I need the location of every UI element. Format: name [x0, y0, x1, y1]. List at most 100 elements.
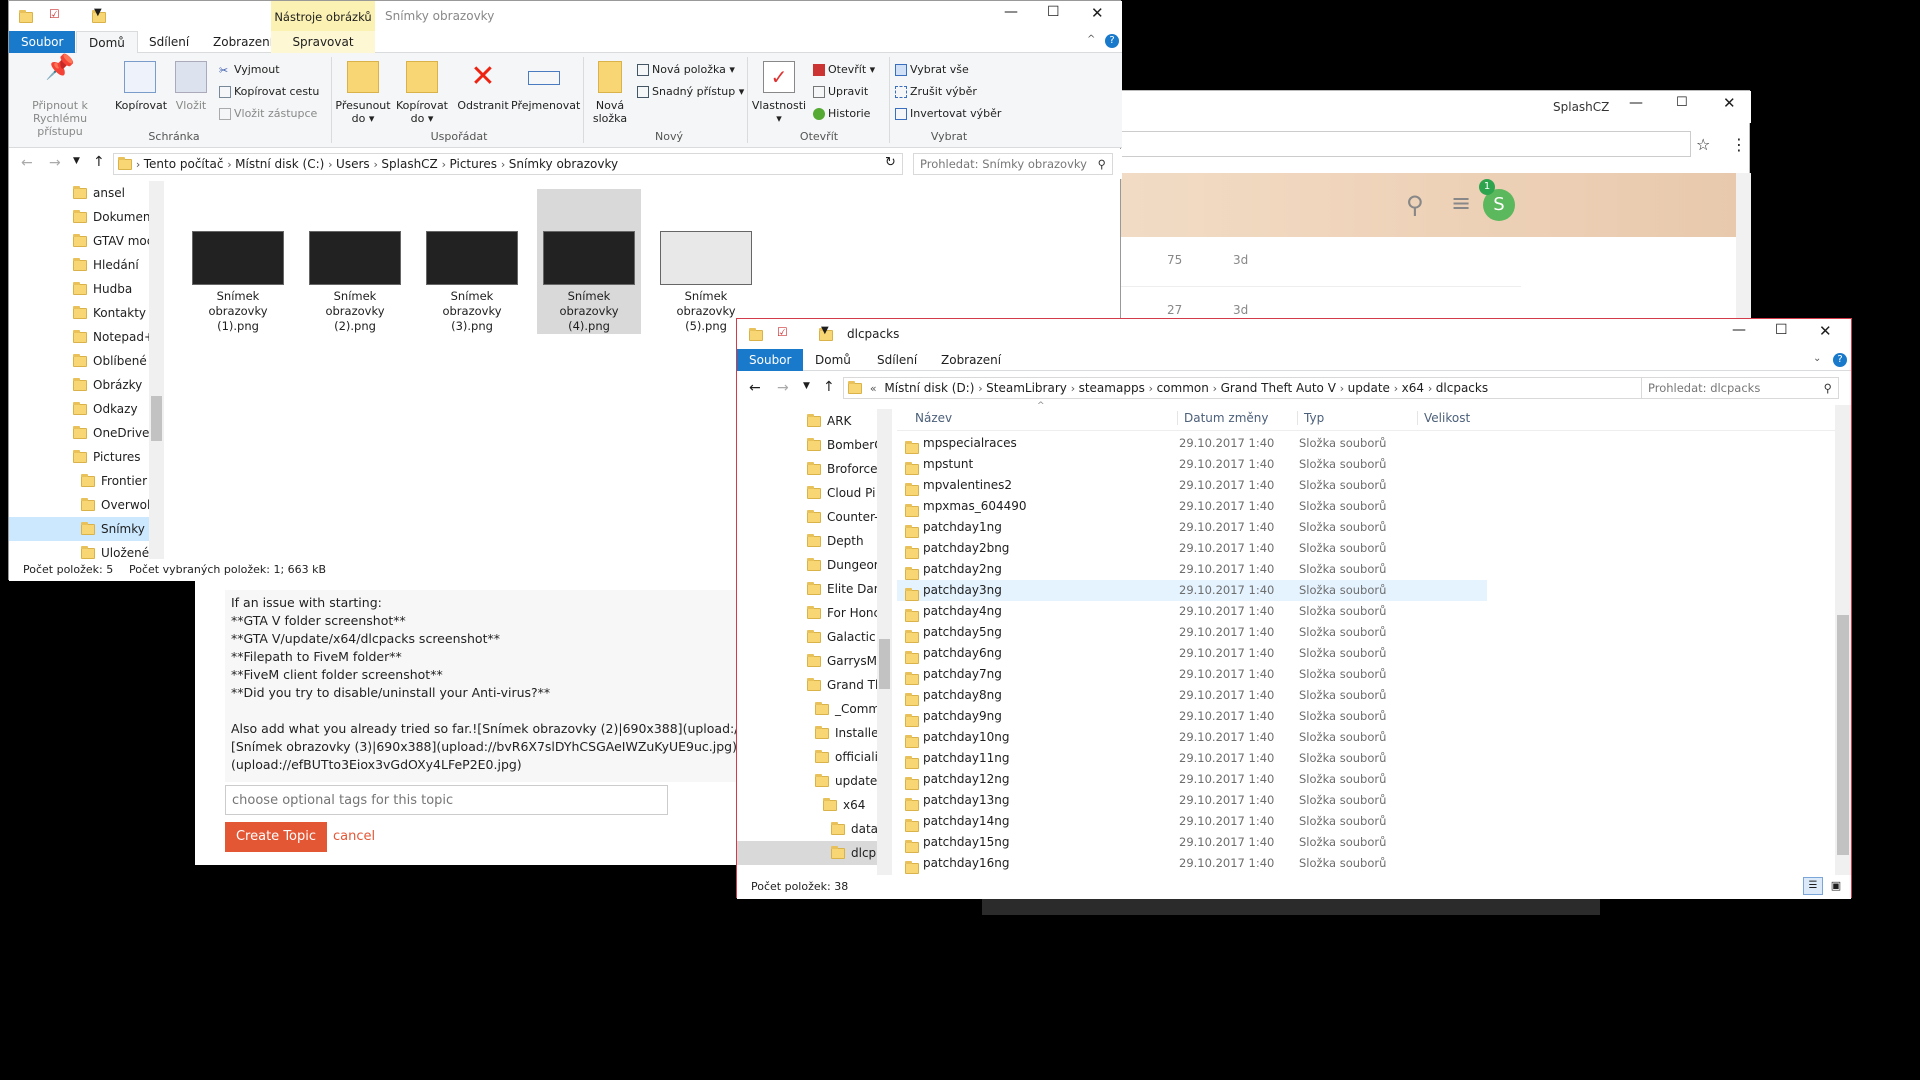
column-header-date[interactable]: Datum změny [1177, 411, 1269, 425]
hamburger-icon[interactable]: ≡ [1451, 189, 1471, 217]
breadcrumb[interactable]: Místní disk (D:) [884, 381, 974, 395]
table-row[interactable]: patchday12ng 29.10.2017 1:40 Složka soubor… [897, 769, 1487, 790]
table-row[interactable]: patchday2bng 29.10.2017 1:40 Složka soubor… [897, 538, 1487, 559]
back-arrow-icon[interactable]: ← [749, 380, 761, 396]
tree-item[interactable]: ansel [9, 181, 149, 205]
tree-item[interactable]: Kontakty [9, 301, 149, 325]
breadcrumb[interactable]: SplashCZ [381, 157, 437, 171]
table-row[interactable]: mpspecialraces 29.10.2017 1:40 Složka soub… [897, 433, 1487, 454]
breadcrumb[interactable]: Tento počítač [144, 157, 224, 171]
help-icon[interactable]: ? [1833, 353, 1847, 367]
tree-item[interactable]: x64 [737, 793, 877, 817]
table-row[interactable]: patchday3ng 29.10.2017 1:40 Složka souborů [897, 580, 1487, 601]
maximize-button[interactable]: ☐ [1775, 322, 1788, 338]
table-row[interactable]: patchday15ng 29.10.2017 1:40 Složka soubor… [897, 832, 1487, 853]
close-button[interactable]: ✕ [1723, 94, 1736, 112]
new-item-button[interactable]: Nová položka ▾ [637, 63, 735, 76]
search-input[interactable]: Prohledat: Snímky obrazovky ⚲ [913, 153, 1113, 175]
tree-item[interactable]: Odkazy [9, 397, 149, 421]
tree-item[interactable]: BomberC [737, 433, 877, 457]
chevron-down-icon[interactable]: ⌄ [1813, 353, 1821, 364]
copy-to-button[interactable]: Kopírovat do ▾ [394, 61, 450, 125]
select-all-button[interactable]: Vybrat vše [895, 63, 969, 76]
tree-item[interactable]: Pictures [9, 445, 149, 469]
tab-share[interactable]: Sdílení [865, 349, 929, 371]
close-button[interactable]: ✕ [1819, 322, 1832, 340]
table-row[interactable]: patchday4ng 29.10.2017 1:40 Složka souborů [897, 601, 1487, 622]
table-row[interactable]: patchday9ng 29.10.2017 1:40 Složka souborů [897, 706, 1487, 727]
minimize-button[interactable]: — [1732, 322, 1746, 338]
help-icon[interactable]: ? [1105, 34, 1119, 48]
tree-item[interactable]: Notepad+ [9, 325, 149, 349]
tree-item[interactable]: update [737, 769, 877, 793]
file-item[interactable]: Snímek obrazovky (2).png [303, 189, 407, 334]
tree-item[interactable]: Grand Th [737, 673, 877, 697]
search-icon[interactable]: ⚲ [1406, 191, 1424, 219]
history-button[interactable]: Historie [813, 107, 870, 120]
table-row[interactable]: patchday8ng 29.10.2017 1:40 Složka souborů [897, 685, 1487, 706]
new-folder-button[interactable]: Nová složka [587, 61, 633, 125]
address-bar[interactable]: « Místní disk (D:) › SteamLibrary › stea… [843, 377, 1743, 399]
chevron-down-icon[interactable]: ▼ [803, 381, 810, 391]
breadcrumb[interactable]: Grand Theft Auto V [1221, 381, 1336, 395]
scrollbar-thumb[interactable] [151, 396, 162, 441]
scrollbar-thumb[interactable] [1837, 615, 1849, 855]
table-row[interactable]: patchday11ng 29.10.2017 1:40 Složka soubor… [897, 748, 1487, 769]
maximize-button[interactable]: ☐ [1676, 95, 1688, 110]
open-button[interactable]: Otevřít ▾ [813, 63, 875, 76]
cut-button[interactable]: ✂ Vyjmout [219, 63, 280, 77]
delete-button[interactable]: ✕ Odstranit [455, 61, 511, 113]
scrollbar-thumb[interactable] [879, 639, 890, 689]
breadcrumb[interactable]: dlcpacks [1436, 381, 1488, 395]
file-item[interactable]: Snímek obrazovky (1).png [186, 189, 290, 334]
tree-item[interactable]: Hudba [9, 277, 149, 301]
column-header-name[interactable]: Název [915, 411, 952, 425]
tree-item[interactable]: Obrázky [9, 373, 149, 397]
table-row[interactable]: patchday10ng 29.10.2017 1:40 Složka soubor… [897, 727, 1487, 748]
edit-button[interactable]: Upravit [813, 85, 868, 98]
tree-item[interactable]: dlcp [737, 841, 877, 865]
tab-file[interactable]: Soubor [737, 349, 804, 371]
maximize-button[interactable]: ☐ [1047, 4, 1060, 20]
breadcrumb[interactable]: common [1157, 381, 1209, 395]
tab-file[interactable]: Soubor [9, 31, 76, 53]
cancel-link[interactable]: cancel [333, 829, 375, 844]
tree-item[interactable]: data [737, 817, 877, 841]
table-row[interactable]: patchday7ng 29.10.2017 1:40 Složka souborů [897, 664, 1487, 685]
chevron-down-icon[interactable]: ▼ [821, 325, 829, 336]
tree-item[interactable]: _Comm [737, 697, 877, 721]
details-view-icon[interactable]: ☰ [1803, 877, 1823, 895]
up-arrow-icon[interactable]: ↑ [93, 154, 105, 170]
table-row[interactable]: mpstunt 29.10.2017 1:40 Složka souborů [897, 454, 1487, 475]
column-header-size[interactable]: Velikost [1417, 411, 1470, 425]
properties-icon[interactable]: ☑ [777, 325, 788, 339]
table-row[interactable]: patchday16ng 29.10.2017 1:40 Složka soubor… [897, 853, 1487, 874]
properties-button[interactable]: ✓ Vlastnosti ▾ [751, 61, 807, 125]
star-icon[interactable]: ☆ [1696, 135, 1710, 154]
tree-item[interactable]: Broforce [737, 457, 877, 481]
tree-item[interactable]: For Honc [737, 601, 877, 625]
forward-arrow-icon[interactable]: → [49, 155, 61, 171]
move-to-button[interactable]: Přesunout do ▾ [335, 61, 391, 125]
copy-button[interactable]: Kopírovat [115, 61, 167, 112]
table-row[interactable]: patchday6ng 29.10.2017 1:40 Složka souborů [897, 643, 1487, 664]
tab-home[interactable]: Domů [76, 31, 138, 53]
tree-item[interactable]: Dungeor [737, 553, 877, 577]
breadcrumb[interactable]: update [1348, 381, 1390, 395]
forward-arrow-icon[interactable]: → [777, 380, 789, 396]
table-row[interactable]: patchday2ng 29.10.2017 1:40 Složka souborů [897, 559, 1487, 580]
overflow-chevron[interactable]: « [870, 382, 877, 395]
create-topic-button[interactable]: Create Topic [225, 822, 327, 852]
table-row[interactable]: mpxmas_604490 29.10.2017 1:40 Složka soubo… [897, 496, 1487, 517]
search-input[interactable]: Prohledat: dlcpacks ⚲ [1641, 377, 1839, 399]
table-row[interactable]: patchday1ng 29.10.2017 1:40 Složka souborů [897, 517, 1487, 538]
breadcrumb[interactable]: steamapps [1079, 381, 1145, 395]
file-item[interactable]: Snímek obrazovky (5).png [654, 189, 758, 334]
file-item[interactable]: Snímek obrazovky (4).png [537, 189, 641, 334]
tree-item[interactable]: Elite Dan [737, 577, 877, 601]
table-row[interactable]: patchday14ng 29.10.2017 1:40 Složka soubor… [897, 811, 1487, 832]
breadcrumb[interactable]: Users [336, 157, 370, 171]
copy-path-button[interactable]: Kopírovat cestu [219, 85, 319, 98]
properties-icon[interactable]: ☑ [49, 7, 60, 21]
tree-item[interactable]: Oblíbené [9, 349, 149, 373]
